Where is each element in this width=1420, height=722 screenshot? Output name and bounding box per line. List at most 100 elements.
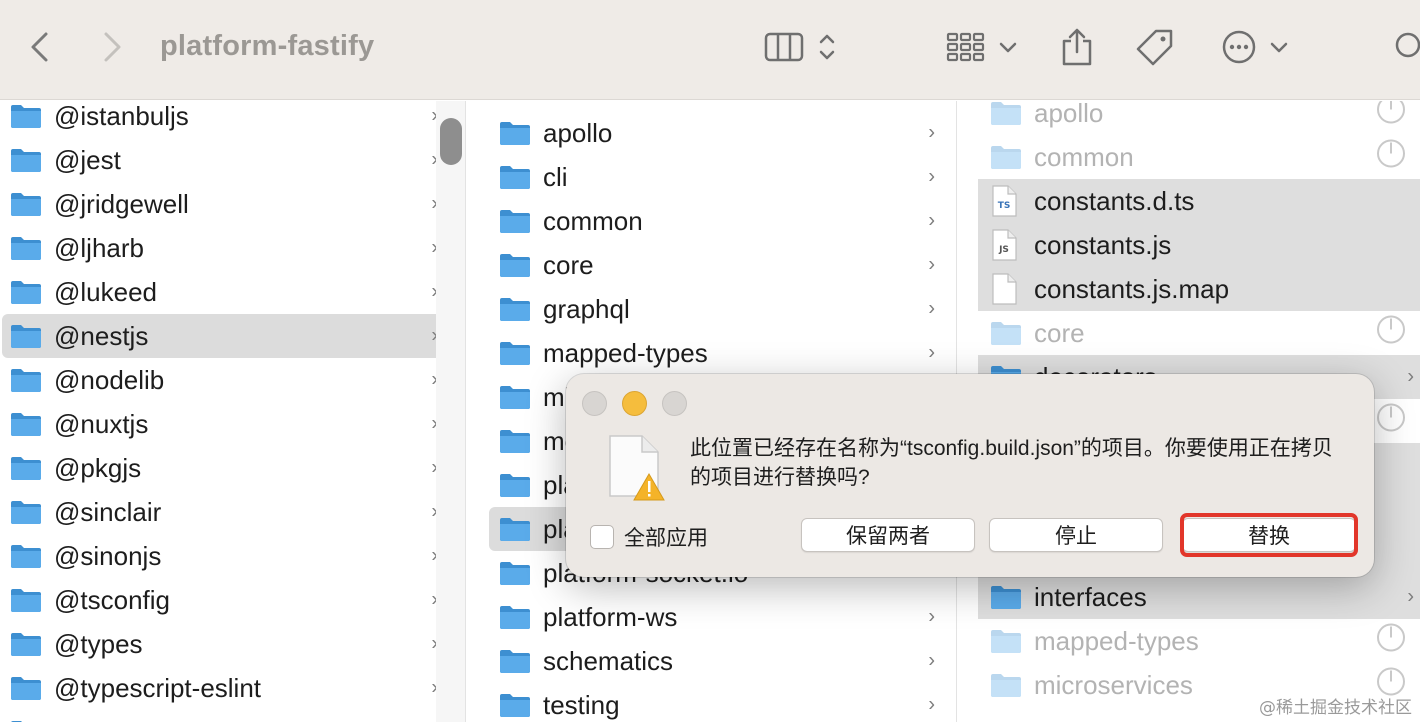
folder-icon bbox=[499, 602, 531, 632]
search-icon[interactable] bbox=[1392, 31, 1420, 63]
list-item-label: @jest bbox=[54, 144, 121, 175]
chevron-down-icon[interactable] bbox=[1269, 40, 1289, 54]
list-item-label: @nodelib bbox=[54, 364, 165, 395]
ts-file-icon: TS bbox=[990, 185, 1022, 217]
tag-icon[interactable] bbox=[1134, 26, 1176, 68]
list-item[interactable]: core › bbox=[489, 243, 941, 287]
share-icon[interactable] bbox=[1060, 27, 1094, 67]
toolbar: platform-fastify bbox=[0, 0, 1420, 100]
folder-icon bbox=[499, 162, 531, 192]
replace-highlight-box bbox=[1180, 513, 1358, 557]
list-item[interactable]: common › bbox=[489, 199, 941, 243]
list-item[interactable]: testing › bbox=[489, 683, 941, 722]
folder-icon bbox=[499, 382, 531, 412]
list-item[interactable]: @nestjs› bbox=[2, 314, 436, 358]
list-item[interactable]: graphql › bbox=[489, 287, 941, 331]
list-item[interactable]: apollo bbox=[978, 101, 1420, 135]
folder-icon bbox=[990, 582, 1022, 612]
more-icon[interactable] bbox=[1221, 29, 1257, 65]
list-item[interactable]: constants.js.map bbox=[978, 267, 1420, 311]
list-item-label: @sinonjs bbox=[54, 540, 162, 571]
scrollbar-track[interactable] bbox=[436, 101, 466, 722]
folder-icon bbox=[499, 294, 531, 324]
list-item[interactable]: TS constants.d.ts bbox=[978, 179, 1420, 223]
progress-pie-icon bbox=[1376, 315, 1406, 352]
list-item[interactable]: @sinonjs› bbox=[2, 534, 436, 578]
list-item[interactable]: interfaces › bbox=[978, 575, 1420, 619]
folder-icon bbox=[10, 409, 42, 439]
list-item-label: cli bbox=[543, 161, 568, 192]
chevron-right-icon: › bbox=[1407, 365, 1414, 388]
chevron-right-icon: › bbox=[928, 253, 935, 276]
list-item[interactable]: @sinclair› bbox=[2, 490, 436, 534]
list-item-label: @vue/compiler-sfc bbox=[54, 717, 270, 722]
checkbox-box[interactable] bbox=[590, 525, 614, 549]
group-grid-icon[interactable] bbox=[946, 32, 986, 62]
list-item[interactable]: @ljharb› bbox=[2, 226, 436, 270]
list-item-label: @jridgewell bbox=[54, 188, 189, 219]
list-item[interactable]: @nodelib› bbox=[2, 358, 436, 402]
list-item-label: @istanbuljs bbox=[54, 101, 189, 131]
list-item[interactable]: @typescript-eslint› bbox=[2, 666, 436, 710]
list-item[interactable]: cli › bbox=[489, 155, 941, 199]
list-item-label: microservices bbox=[1034, 669, 1193, 700]
apply-all-checkbox[interactable]: 全部应用 bbox=[590, 522, 708, 552]
list-item-label: core bbox=[1034, 317, 1085, 348]
keep-both-button[interactable]: 保留两者 bbox=[801, 518, 975, 552]
progress-pie-icon bbox=[1376, 623, 1406, 660]
list-item[interactable]: mapped-types › bbox=[489, 331, 941, 375]
column-1: @istanbuljs›@jest›@jridgewell›@ljharb›@l… bbox=[0, 101, 436, 722]
zoom-light-icon[interactable] bbox=[662, 391, 687, 416]
list-item-label: @pkgjs bbox=[54, 452, 142, 483]
folder-icon bbox=[10, 277, 42, 307]
close-light-icon[interactable] bbox=[582, 391, 607, 416]
minimize-light-icon[interactable] bbox=[622, 391, 647, 416]
chevron-right-icon: › bbox=[928, 165, 935, 188]
scrollbar-thumb[interactable] bbox=[440, 118, 462, 165]
replace-dialog: 此位置已经存在名称为“tsconfig.build.json”的项目。你要使用正… bbox=[566, 374, 1374, 577]
list-item[interactable]: mapped-types bbox=[978, 619, 1420, 663]
list-item-label: schematics bbox=[543, 645, 674, 676]
list-item-label: testing bbox=[543, 689, 620, 720]
folder-icon bbox=[10, 453, 42, 483]
folder-icon bbox=[990, 626, 1022, 656]
list-item[interactable]: platform-ws › bbox=[489, 595, 941, 639]
svg-text:JS: JS bbox=[998, 245, 1009, 255]
back-icon[interactable] bbox=[26, 31, 54, 63]
sort-chevrons-icon[interactable] bbox=[817, 31, 837, 63]
list-item[interactable]: JS constants.js bbox=[978, 223, 1420, 267]
file-icon bbox=[990, 273, 1022, 305]
list-item[interactable]: @types› bbox=[2, 622, 436, 666]
folder-icon bbox=[10, 497, 42, 527]
list-item[interactable]: @jridgewell› bbox=[2, 182, 436, 226]
list-item[interactable]: @nuxtjs› bbox=[2, 402, 436, 446]
list-item-label: @sinclair bbox=[54, 496, 162, 527]
folder-icon bbox=[10, 145, 42, 175]
forward-icon[interactable] bbox=[98, 31, 126, 63]
folder-icon bbox=[10, 189, 42, 219]
column-view-icon[interactable] bbox=[764, 32, 804, 62]
folder-icon bbox=[499, 470, 531, 500]
list-item[interactable]: schematics › bbox=[489, 639, 941, 683]
stop-button[interactable]: 停止 bbox=[989, 518, 1163, 552]
list-item[interactable]: @jest› bbox=[2, 138, 436, 182]
list-item[interactable]: core bbox=[978, 311, 1420, 355]
chevron-right-icon: › bbox=[928, 121, 935, 144]
list-item[interactable]: @pkgjs› bbox=[2, 446, 436, 490]
list-item-label: mapped-types bbox=[543, 337, 708, 368]
list-item[interactable]: @vue/compiler-sfc› bbox=[2, 710, 436, 722]
folder-icon bbox=[499, 250, 531, 280]
chevron-right-icon: › bbox=[928, 297, 935, 320]
chevron-right-icon: › bbox=[928, 341, 935, 364]
list-item-label: apollo bbox=[543, 117, 613, 148]
list-item[interactable]: @lukeed› bbox=[2, 270, 436, 314]
list-item[interactable]: @tsconfig› bbox=[2, 578, 436, 622]
list-item[interactable]: apollo › bbox=[489, 111, 941, 155]
window-title: platform-fastify bbox=[160, 30, 375, 62]
js-file-icon: JS bbox=[990, 229, 1022, 261]
list-item[interactable]: @istanbuljs› bbox=[2, 101, 436, 138]
list-item[interactable]: common bbox=[978, 135, 1420, 179]
list-item-label: @lukeed bbox=[54, 276, 158, 307]
list-item-label: @types bbox=[54, 628, 143, 659]
chevron-down-icon[interactable] bbox=[998, 40, 1018, 54]
